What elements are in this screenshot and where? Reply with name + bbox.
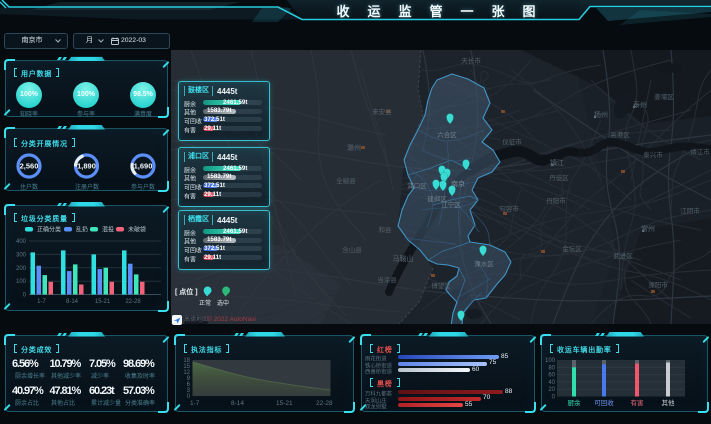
svg-text:22-28: 22-28 <box>125 299 141 305</box>
svg-text:丹阳市: 丹阳市 <box>546 196 566 205</box>
svg-text:浦口区: 浦口区 <box>407 181 427 190</box>
svg-text:仪征市: 仪征市 <box>502 137 522 146</box>
svg-text:0: 0 <box>552 395 556 401</box>
svg-text:武进区: 武进区 <box>613 251 633 260</box>
svg-text:200: 200 <box>16 266 27 272</box>
svg-text:江宁区: 江宁区 <box>441 200 461 209</box>
svg-text:1,890: 1,890 <box>77 162 96 171</box>
svg-text:未破袋: 未破袋 <box>128 226 146 234</box>
svg-text:镇江: 镇江 <box>550 158 564 167</box>
svg-text:15: 15 <box>183 364 190 370</box>
svg-text:厨余: 厨余 <box>568 398 582 407</box>
svg-text:滁州: 滁州 <box>347 143 361 152</box>
svg-text:18: 18 <box>183 358 190 364</box>
svg-text:靖江市: 靖江市 <box>690 147 710 156</box>
svg-text:40: 40 <box>548 380 555 386</box>
svg-text:可回收: 可回收 <box>594 398 614 407</box>
svg-text:3: 3 <box>187 388 191 394</box>
svg-text:溧阳市: 溧阳市 <box>648 280 668 289</box>
svg-text:60: 60 <box>548 373 555 379</box>
svg-text:100: 100 <box>545 358 556 364</box>
svg-text:混投: 混投 <box>102 226 114 234</box>
svg-text:15-21: 15-21 <box>276 400 293 407</box>
svg-text:15-21: 15-21 <box>95 299 111 305</box>
svg-text:1-7: 1-7 <box>37 299 46 305</box>
svg-text:金坛区: 金坛区 <box>562 244 582 253</box>
svg-text:姜堰区: 姜堰区 <box>654 92 674 101</box>
svg-text:句容市: 句容市 <box>499 204 519 213</box>
svg-text:300: 300 <box>16 252 27 258</box>
svg-text:六合区: 六合区 <box>437 130 457 139</box>
svg-text:22-28: 22-28 <box>316 400 333 407</box>
svg-text:正确分类: 正确分类 <box>37 226 61 234</box>
svg-text:其他: 其他 <box>662 398 676 407</box>
svg-text:400: 400 <box>16 239 27 245</box>
svg-text:丹徒区: 丹徒区 <box>549 173 569 182</box>
svg-text:9: 9 <box>187 376 191 382</box>
svg-text:泰州: 泰州 <box>633 100 647 109</box>
svg-text:含山县: 含山县 <box>342 245 362 254</box>
svg-text:1-7: 1-7 <box>190 400 200 407</box>
svg-text:1,690: 1,690 <box>134 162 153 171</box>
svg-text:马鞍山: 马鞍山 <box>393 254 414 263</box>
svg-text:博望区: 博望区 <box>431 281 451 290</box>
svg-text:全椒县: 全椒县 <box>336 176 356 185</box>
svg-text:20: 20 <box>548 387 555 393</box>
svg-text:6: 6 <box>187 382 191 388</box>
svg-text:2,560: 2,560 <box>20 162 39 171</box>
svg-text:来安县: 来安县 <box>372 107 392 116</box>
svg-text:80: 80 <box>548 365 555 371</box>
svg-text:常州: 常州 <box>641 224 655 233</box>
svg-text:0: 0 <box>23 293 27 299</box>
svg-text:高港区: 高港区 <box>610 130 630 139</box>
svg-text:8-14: 8-14 <box>231 400 244 407</box>
svg-text:天长市: 天长市 <box>461 56 481 65</box>
svg-text:8-14: 8-14 <box>66 299 79 305</box>
svg-text:当涂县: 当涂县 <box>377 275 397 284</box>
svg-text:泰兴市: 泰兴市 <box>643 150 663 159</box>
svg-text:100: 100 <box>16 279 27 285</box>
svg-text:扬州: 扬州 <box>594 110 608 119</box>
svg-text:和县: 和县 <box>379 225 393 234</box>
svg-text:有害: 有害 <box>631 398 645 407</box>
svg-text:溧水区: 溧水区 <box>474 259 494 268</box>
svg-text:12: 12 <box>183 370 190 376</box>
svg-text:乱扔: 乱扔 <box>76 226 88 234</box>
svg-text:江阴市: 江阴市 <box>680 206 700 215</box>
